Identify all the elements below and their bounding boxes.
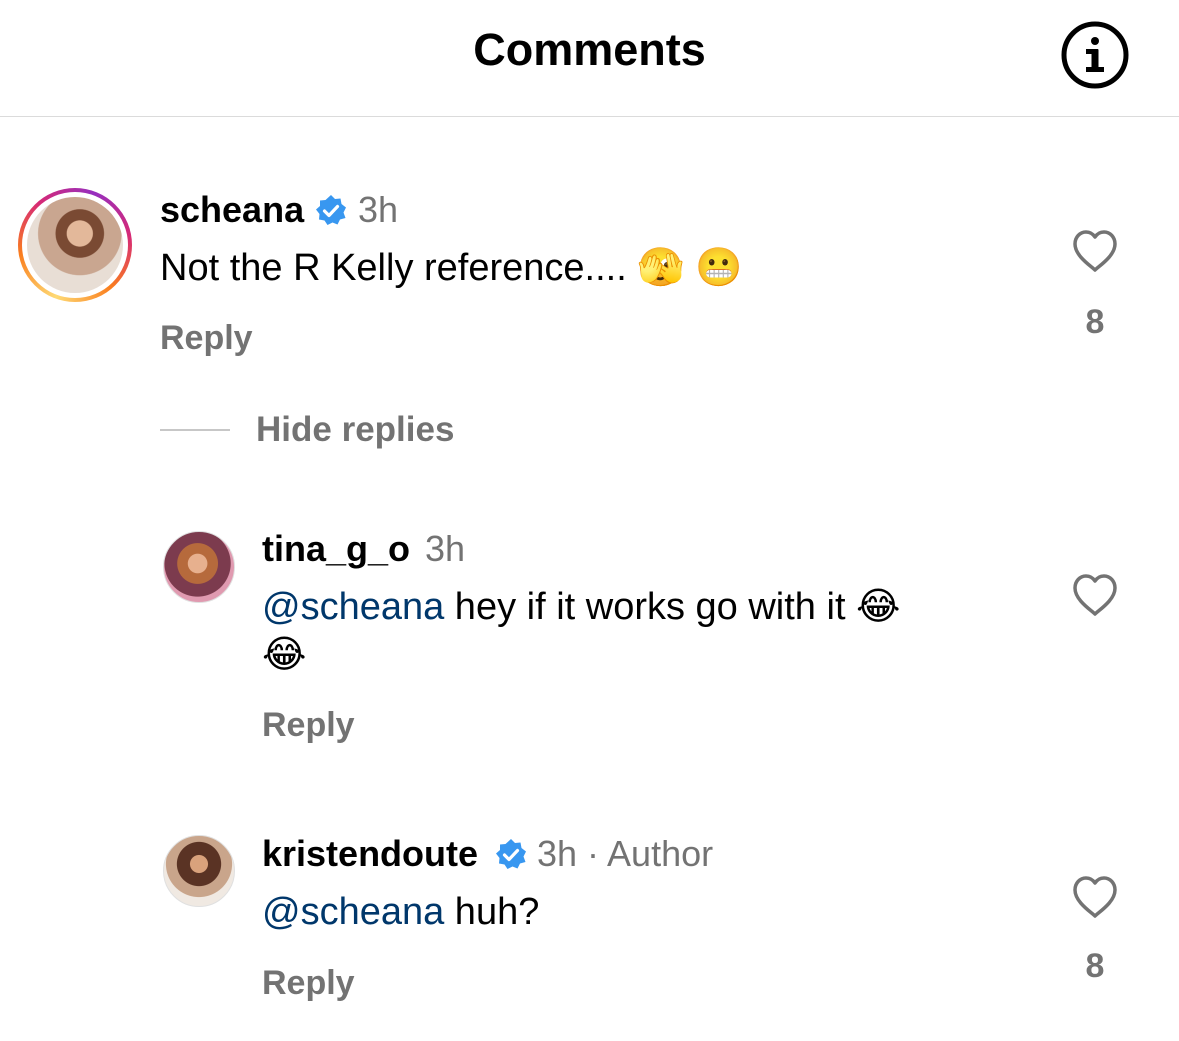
verified-badge-icon (316, 195, 346, 225)
mention-link[interactable]: @scheana (262, 586, 444, 628)
divider (160, 429, 230, 431)
like-count[interactable]: 8 (1071, 301, 1119, 343)
comment-time: 3h (358, 189, 399, 230)
reply-text-line2: 😂 (262, 634, 307, 676)
heart-icon[interactable] (1071, 875, 1119, 919)
info-icon[interactable] (1060, 20, 1130, 90)
comments-header: Comments (0, 0, 1179, 117)
reply-button[interactable]: Reply (262, 704, 355, 746)
reply-time: 3h (425, 528, 466, 569)
reply-text: @scheana huh? (262, 891, 540, 933)
avatar[interactable] (163, 531, 235, 603)
reply-username[interactable]: tina_g_o (262, 527, 410, 571)
reply-button[interactable]: Reply (160, 317, 253, 359)
heart-icon[interactable] (1071, 573, 1119, 617)
page-title: Comments (473, 24, 706, 75)
comment-username[interactable]: scheana (160, 188, 304, 232)
avatar[interactable] (163, 835, 235, 907)
verified-badge-icon (496, 839, 526, 869)
mention-link[interactable]: @scheana (262, 891, 444, 933)
reply-text: @scheana hey if it works go with it 😂 (262, 586, 901, 628)
like-count[interactable]: 8 (1071, 945, 1119, 987)
reply-button[interactable]: Reply (262, 962, 355, 1004)
comments-screen: Comments scheana 3h Not the R Kelly refe… (0, 0, 1179, 1041)
heart-icon[interactable] (1071, 229, 1119, 273)
avatar[interactable] (27, 197, 123, 293)
reply-time: 3h · Author (537, 833, 714, 874)
reply-username[interactable]: kristendoute (262, 832, 478, 876)
comment-text: Not the R Kelly reference.... 🫣 😬 (160, 247, 743, 289)
hide-replies-button[interactable]: Hide replies (256, 408, 454, 452)
